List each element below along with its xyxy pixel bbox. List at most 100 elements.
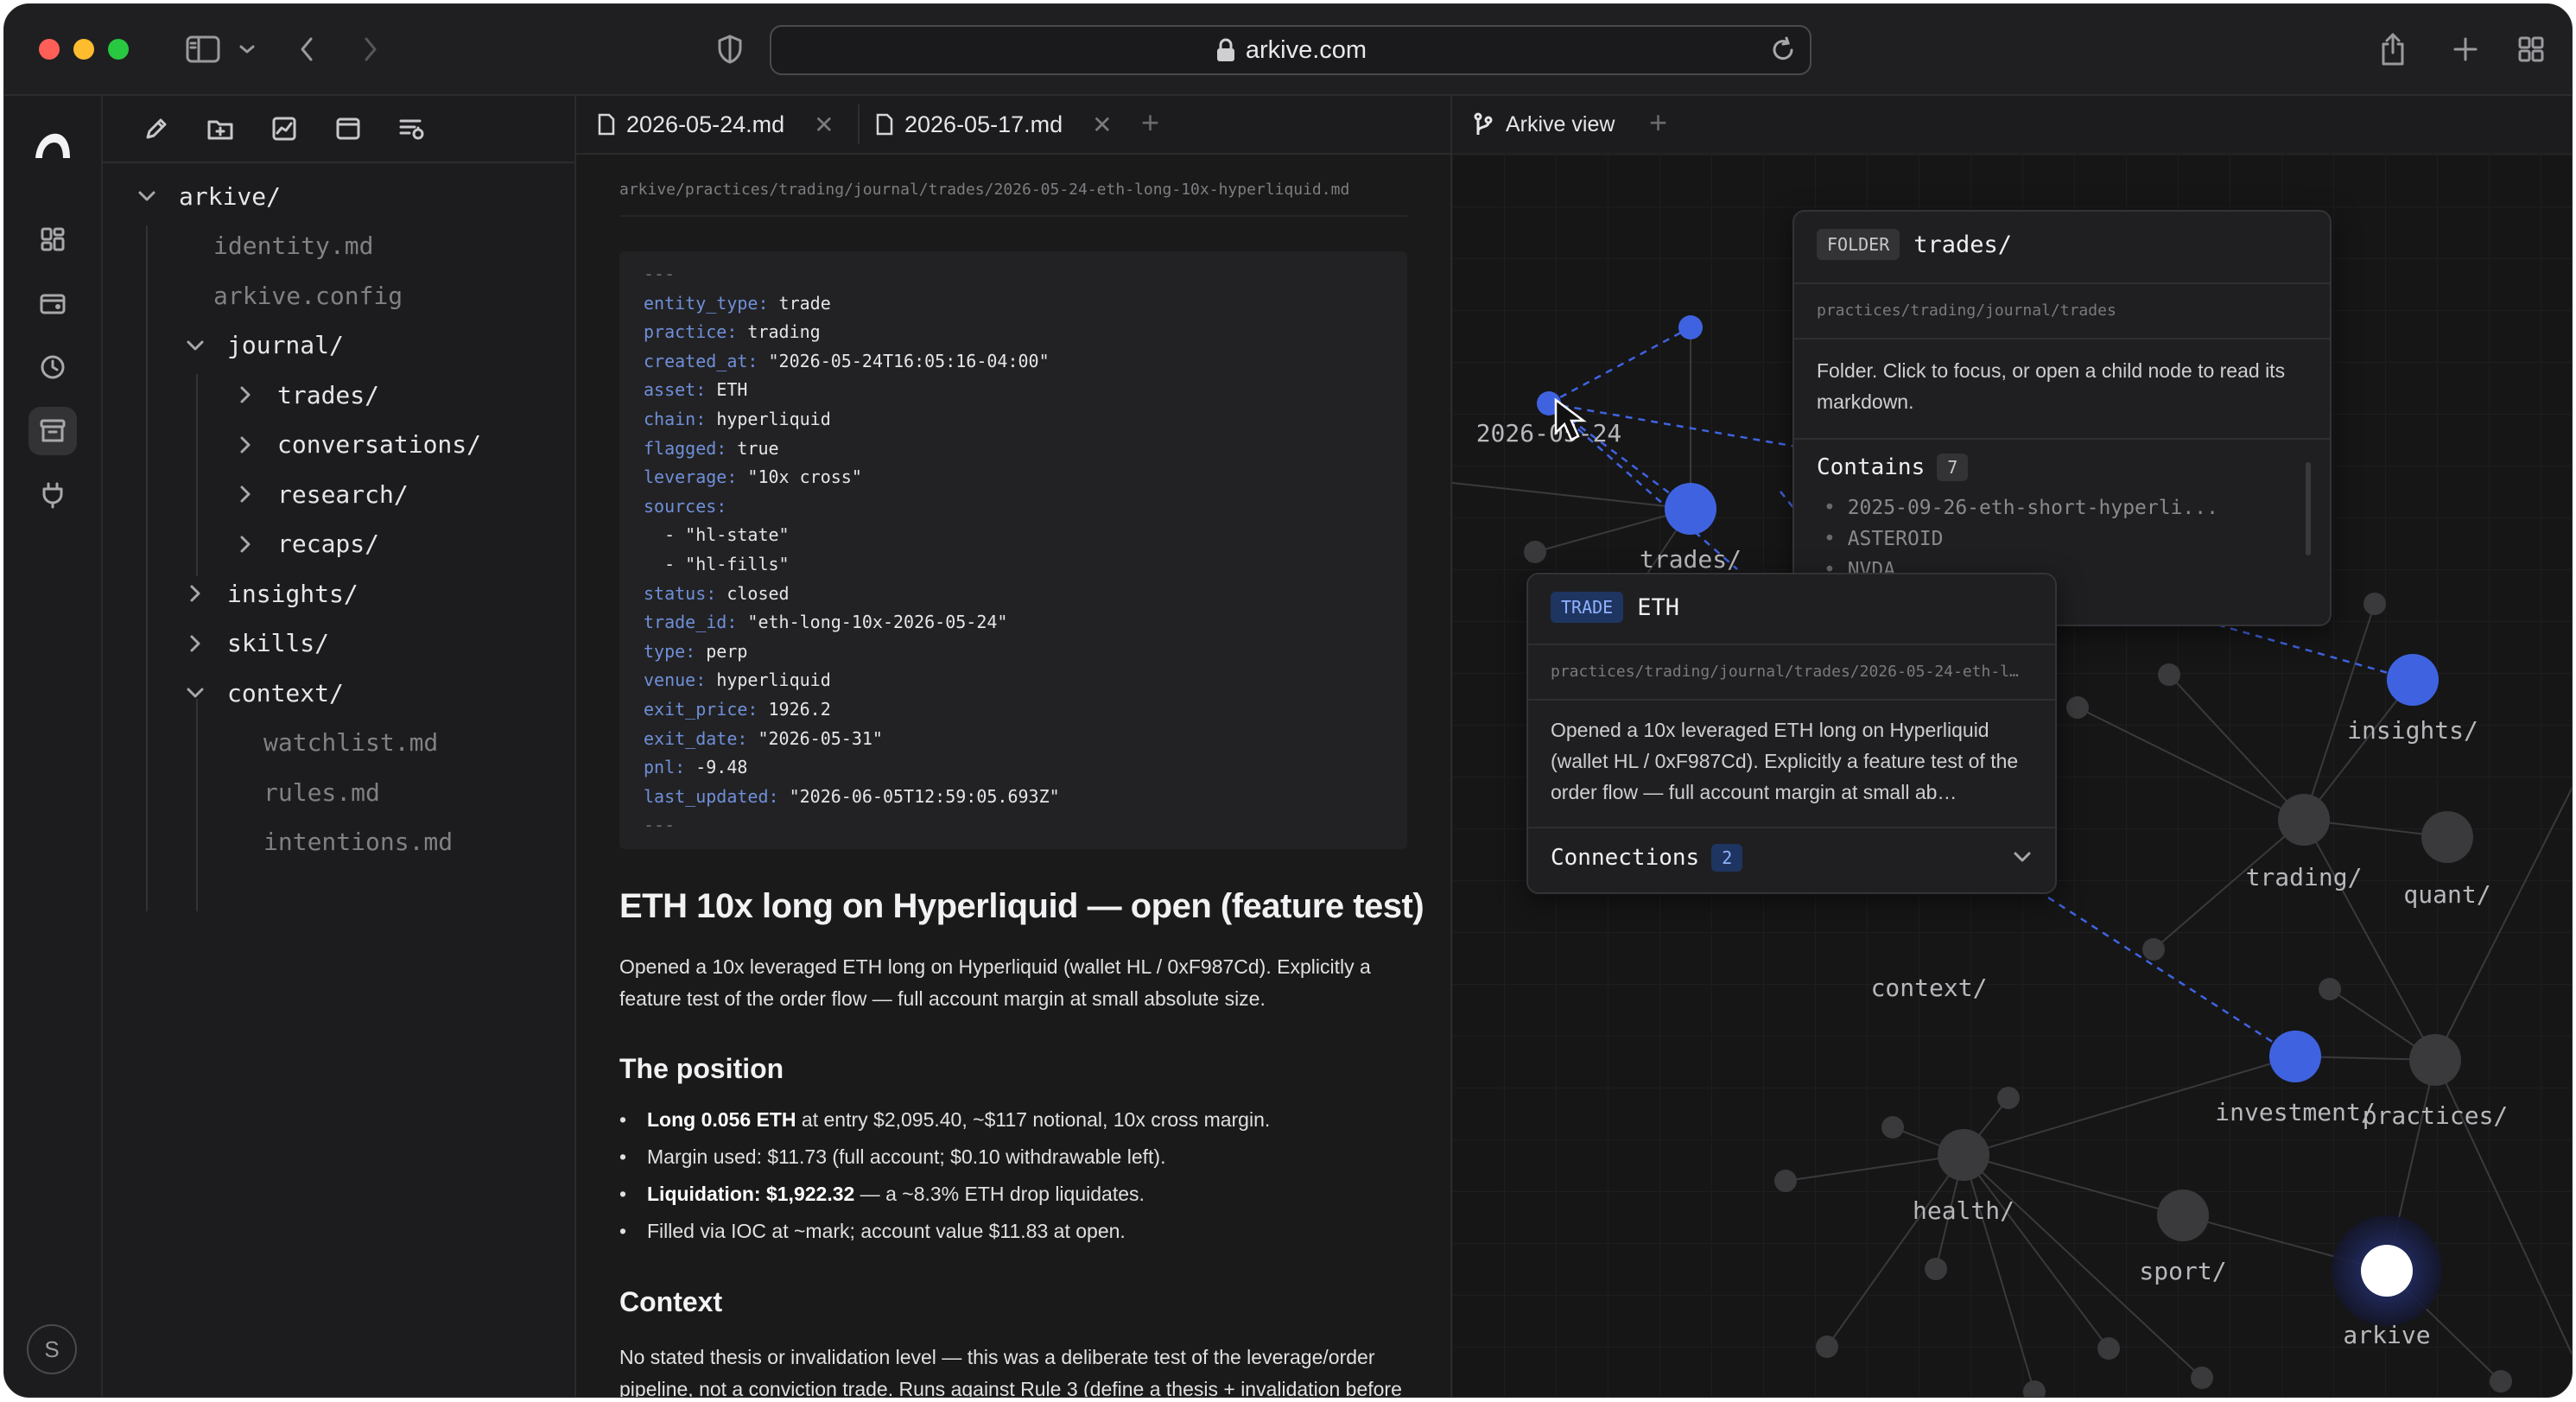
- tab-2026-05-24[interactable]: 2026-05-24.md ✕: [597, 96, 834, 153]
- close-window-button[interactable]: [39, 39, 60, 60]
- bullet-text: at entry $2,095.40, ~$117 notional, 10x …: [796, 1108, 1271, 1131]
- graph-node-small[interactable]: [2319, 978, 2341, 1000]
- graph-node-small[interactable]: [2490, 1370, 2512, 1392]
- zoom-window-button[interactable]: [108, 39, 129, 60]
- tree-file-watchlist-md[interactable]: watchlist.md: [263, 722, 438, 764]
- graph-node-small[interactable]: [1774, 1170, 1797, 1192]
- graph-node-small[interactable]: [2097, 1337, 2120, 1360]
- close-tab-icon[interactable]: ✕: [1092, 111, 1112, 139]
- shield-icon[interactable]: [713, 30, 747, 68]
- archive-icon[interactable]: [29, 407, 77, 455]
- new-tab-icon[interactable]: [2444, 30, 2487, 68]
- graph-node-insights[interactable]: [2387, 654, 2439, 706]
- tab-label: Arkive view: [1506, 111, 1615, 136]
- window-icon[interactable]: [331, 111, 365, 146]
- frontmatter-key: trade_id: [644, 612, 727, 633]
- graph-node-small[interactable]: [1881, 1116, 1904, 1139]
- add-tab-icon[interactable]: +: [1141, 105, 1159, 141]
- new-folder-icon[interactable]: [203, 111, 238, 146]
- frontmatter-line: chain: hyperliquid: [644, 409, 831, 429]
- scrollbar[interactable]: [2306, 462, 2311, 555]
- address-bar[interactable]: arkive.com: [770, 25, 1811, 75]
- graph-node-trading[interactable]: [2278, 794, 2330, 846]
- tab-2026-05-17[interactable]: 2026-05-17.md ✕: [875, 96, 1113, 153]
- plug-icon[interactable]: [29, 471, 77, 519]
- share-icon[interactable]: [2371, 30, 2414, 68]
- tree-item-label: intentions.md: [263, 828, 454, 856]
- chevron-down-icon[interactable]: [134, 189, 160, 203]
- wallet-icon[interactable]: [29, 279, 77, 327]
- chevron-right-icon[interactable]: [232, 384, 258, 405]
- reload-icon[interactable]: [1768, 35, 1798, 69]
- tree-folder-trades[interactable]: trades/: [232, 374, 379, 416]
- tree-folder-recaps[interactable]: recaps/: [232, 523, 379, 565]
- card-title: trades/: [1913, 231, 2013, 258]
- new-note-icon[interactable]: [139, 111, 174, 146]
- tree-item-label: conversations/: [277, 430, 482, 459]
- chevron-down-icon[interactable]: [182, 339, 208, 352]
- graph-node-trades[interactable]: [1665, 483, 1716, 535]
- chevron-down-icon[interactable]: [182, 686, 208, 700]
- tab-overview-icon[interactable]: [2509, 30, 2553, 68]
- graph-node-quant[interactable]: [2421, 811, 2473, 863]
- graph-node-small[interactable]: [2191, 1367, 2213, 1389]
- chevron-down-icon[interactable]: [2012, 849, 2033, 869]
- trade-info-card[interactable]: TRADE ETH practices/trading/journal/trad…: [1526, 573, 2057, 894]
- frontmatter-key: asset: [644, 379, 696, 401]
- tree-item-label: insights/: [227, 579, 358, 608]
- dashboard-icon[interactable]: [29, 215, 77, 263]
- file-tree-toolbar: [103, 96, 574, 163]
- tree-folder-context[interactable]: context/: [182, 672, 344, 714]
- graph-node-small[interactable]: [2158, 663, 2180, 686]
- close-tab-icon[interactable]: ✕: [814, 111, 834, 139]
- tree-folder-journal[interactable]: journal/: [182, 325, 344, 366]
- chart-icon[interactable]: [267, 111, 301, 146]
- graph-node-sport[interactable]: [2157, 1189, 2209, 1241]
- graph-node-practices[interactable]: [2409, 1034, 2461, 1086]
- minimize-window-button[interactable]: [73, 39, 94, 60]
- add-graph-tab-icon[interactable]: +: [1649, 105, 1667, 141]
- tree-item-label: arkive/: [179, 181, 282, 211]
- tree-folder-skills[interactable]: skills/: [182, 623, 329, 664]
- tree-file-rules-md[interactable]: rules.md: [263, 771, 380, 813]
- history-icon[interactable]: [29, 343, 77, 391]
- graph-node-small[interactable]: [2066, 696, 2089, 719]
- arkive-logo-icon[interactable]: [29, 122, 77, 170]
- list-item[interactable]: ASTEROID: [1824, 528, 1944, 550]
- graph-node-investment[interactable]: [2269, 1031, 2321, 1082]
- tree-folder-arkive[interactable]: arkive/: [134, 175, 281, 217]
- connections-count: 2: [1711, 844, 1743, 872]
- back-button[interactable]: [289, 30, 324, 68]
- graph-node-small[interactable]: [1816, 1335, 1838, 1358]
- graph-node-arkive[interactable]: [2361, 1245, 2413, 1297]
- chevron-right-icon[interactable]: [182, 583, 208, 604]
- connections-heading[interactable]: Connections 2: [1551, 844, 1743, 872]
- tree-folder-research[interactable]: research/: [232, 473, 409, 515]
- folder-info-card[interactable]: FOLDER trades/ practices/trading/journal…: [1792, 210, 2332, 626]
- graph-node-small[interactable]: [1925, 1258, 1947, 1280]
- tree-file-arkive-config[interactable]: arkive.config: [213, 275, 403, 316]
- graph-node-small[interactable]: [1997, 1087, 2020, 1109]
- divider: [1794, 438, 2330, 440]
- chevron-right-icon[interactable]: [232, 534, 258, 555]
- graph-node-small[interactable]: [1524, 541, 1546, 563]
- sort-filter-icon[interactable]: [395, 111, 429, 146]
- tree-folder-conversations[interactable]: conversations/: [232, 424, 481, 466]
- user-avatar[interactable]: S: [27, 1324, 77, 1374]
- tree-file-identity-md[interactable]: identity.md: [213, 225, 373, 267]
- tree-folder-insights[interactable]: insights/: [182, 573, 358, 614]
- graph-node-health[interactable]: [1938, 1129, 1989, 1181]
- chevron-right-icon[interactable]: [232, 435, 258, 455]
- graph-node-top[interactable]: [1678, 315, 1703, 339]
- chevron-right-icon[interactable]: [182, 633, 208, 654]
- tree-item-label: arkive.config: [213, 281, 403, 310]
- chevron-right-icon[interactable]: [232, 484, 258, 504]
- forward-button[interactable]: [353, 30, 388, 68]
- chevron-down-icon[interactable]: [234, 30, 260, 68]
- graph-node-small[interactable]: [2363, 593, 2386, 615]
- tree-file-intentions-md[interactable]: intentions.md: [263, 822, 453, 863]
- graph-node-small[interactable]: [2142, 938, 2165, 961]
- sidebar-toggle-icon[interactable]: [177, 30, 229, 68]
- tab-arkive-view[interactable]: Arkive view: [1473, 96, 1615, 153]
- list-item[interactable]: 2025-09-26-eth-short-hyperli...: [1824, 497, 2218, 519]
